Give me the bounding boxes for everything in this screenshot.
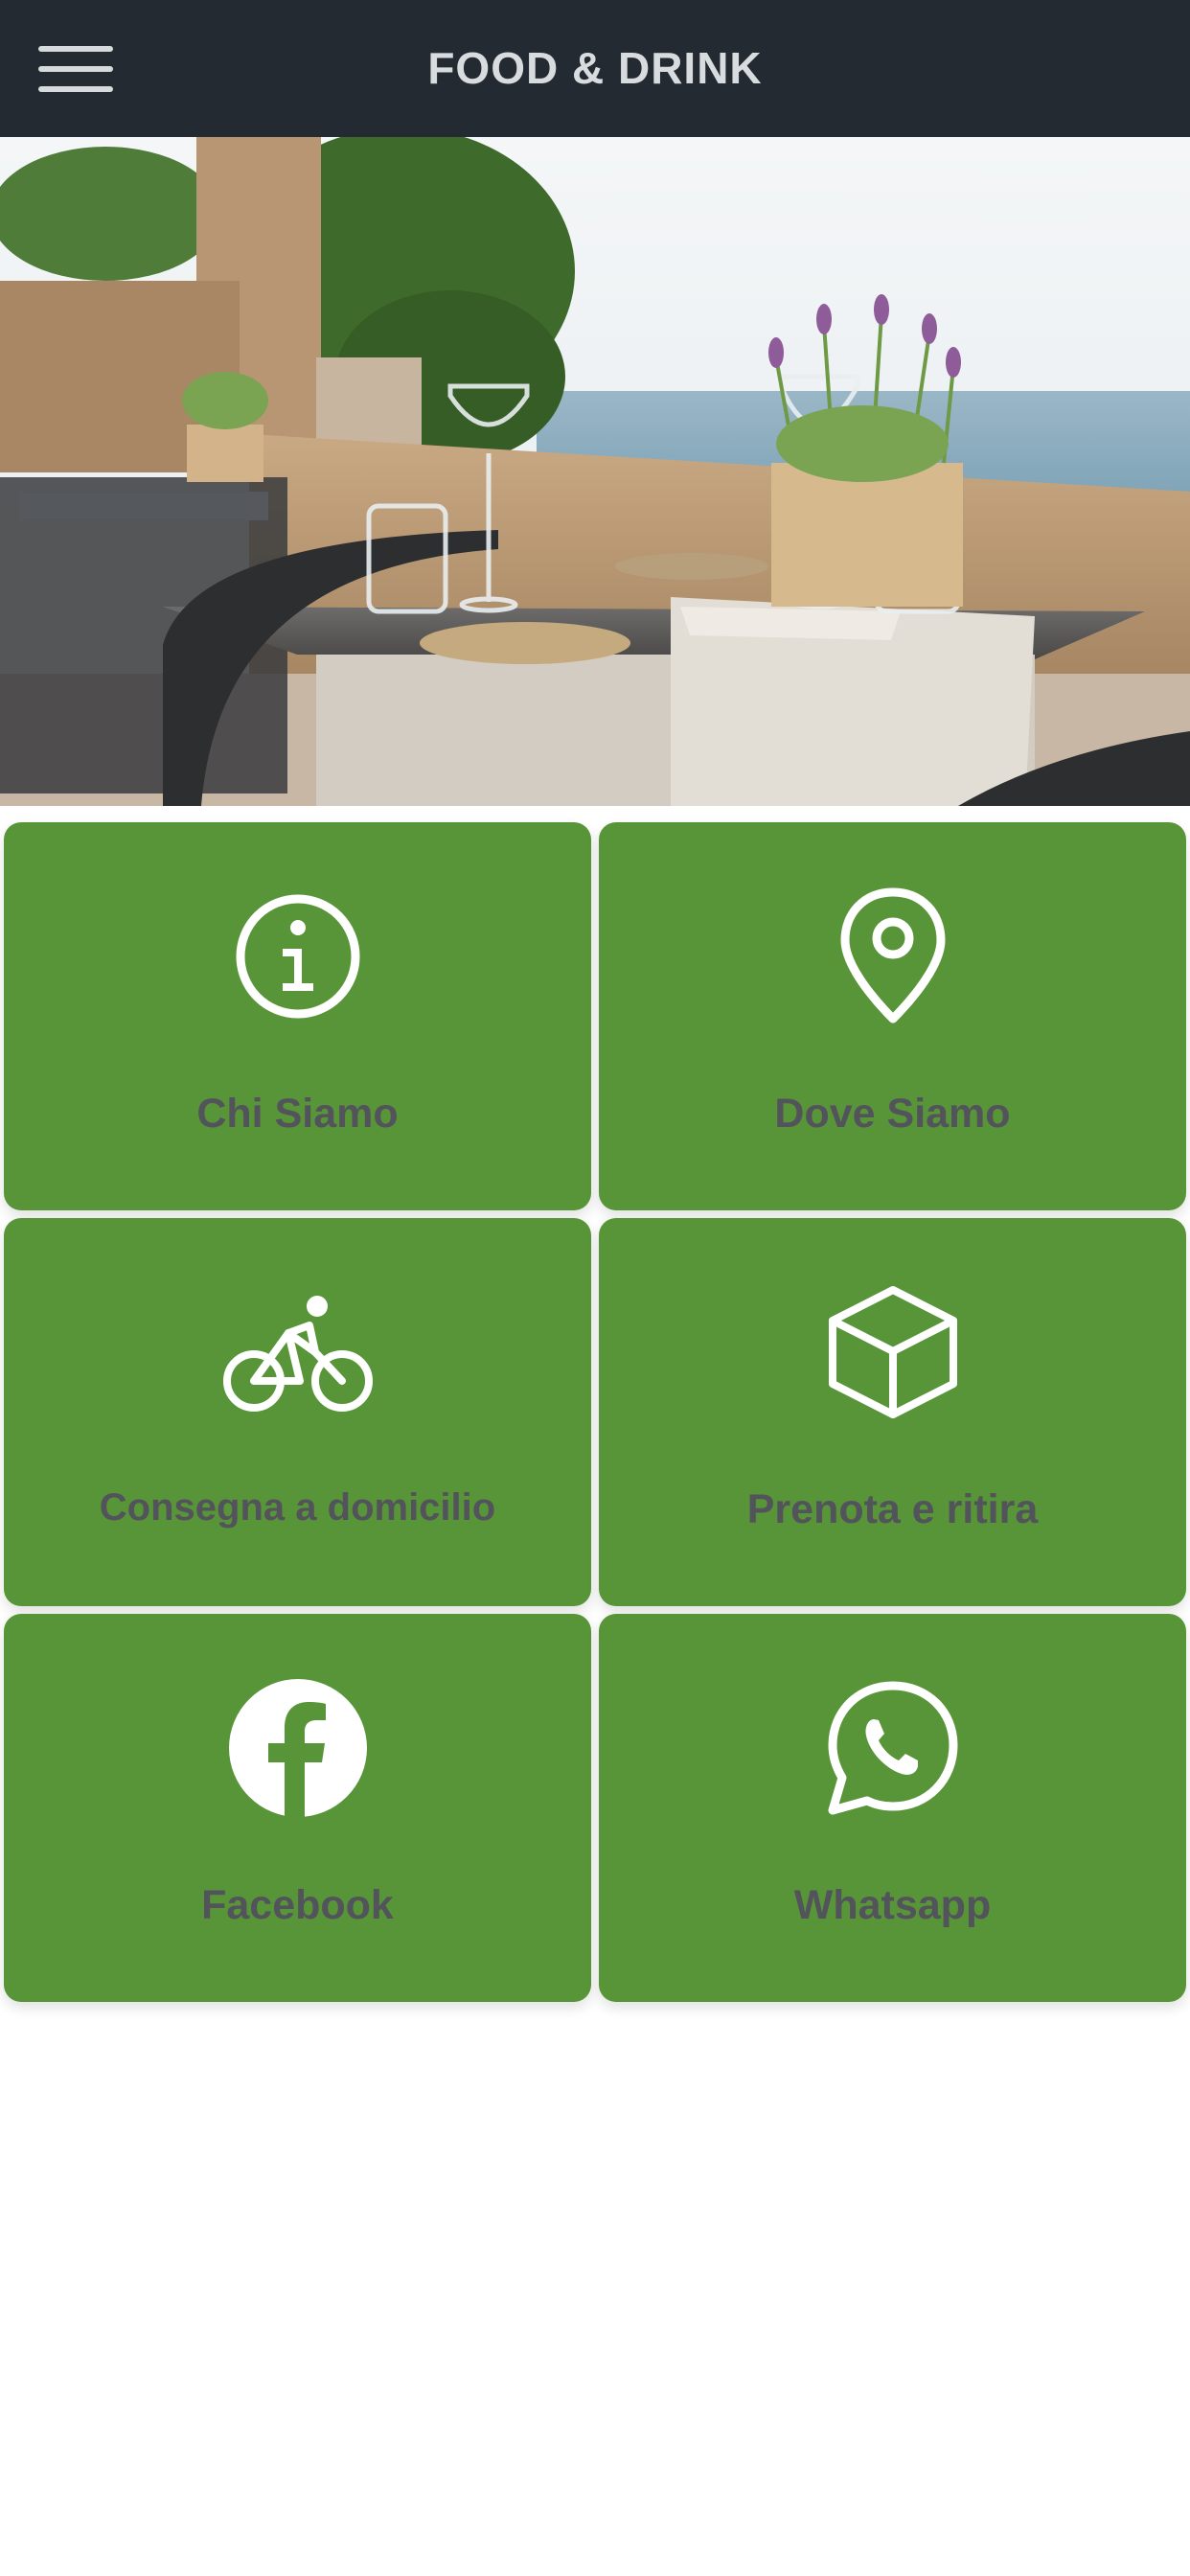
whatsapp-icon: [828, 1681, 957, 1815]
tile-label: Whatsapp: [793, 1882, 992, 1928]
page-title: FOOD & DRINK: [427, 43, 763, 93]
tile-chi-siamo[interactable]: Chi Siamo: [4, 822, 591, 1210]
tile-label: Consegna a domicilio: [99, 1486, 496, 1529]
tile-facebook[interactable]: Facebook: [4, 1614, 591, 2002]
info-icon: [236, 894, 359, 1019]
map-pin-icon: [840, 887, 945, 1024]
hero-image: [0, 137, 1190, 806]
tile-prenota-e-ritira[interactable]: Prenota e ritira: [599, 1218, 1186, 1606]
tile-whatsapp[interactable]: Whatsapp: [599, 1614, 1186, 2002]
facebook-icon: [228, 1679, 367, 1817]
tile-label: Facebook: [201, 1882, 394, 1928]
tile-dove-siamo[interactable]: Dove Siamo: [599, 822, 1186, 1210]
tile-label: Dove Siamo: [774, 1091, 1011, 1137]
tile-label: Chi Siamo: [196, 1091, 399, 1137]
box-icon: [828, 1286, 957, 1418]
app-screen: FOOD & DRINK Chi Siamo Dove Siamo Conseg…: [0, 0, 1190, 2576]
restaurant-terrace-photo: [0, 137, 1190, 806]
tile-label: Prenota e ritira: [746, 1486, 1039, 1532]
top-bar: FOOD & DRINK: [0, 0, 1190, 137]
tile-consegna-a-domicilio[interactable]: Consegna a domicilio: [4, 1218, 591, 1606]
bicycle-icon: [222, 1296, 373, 1412]
